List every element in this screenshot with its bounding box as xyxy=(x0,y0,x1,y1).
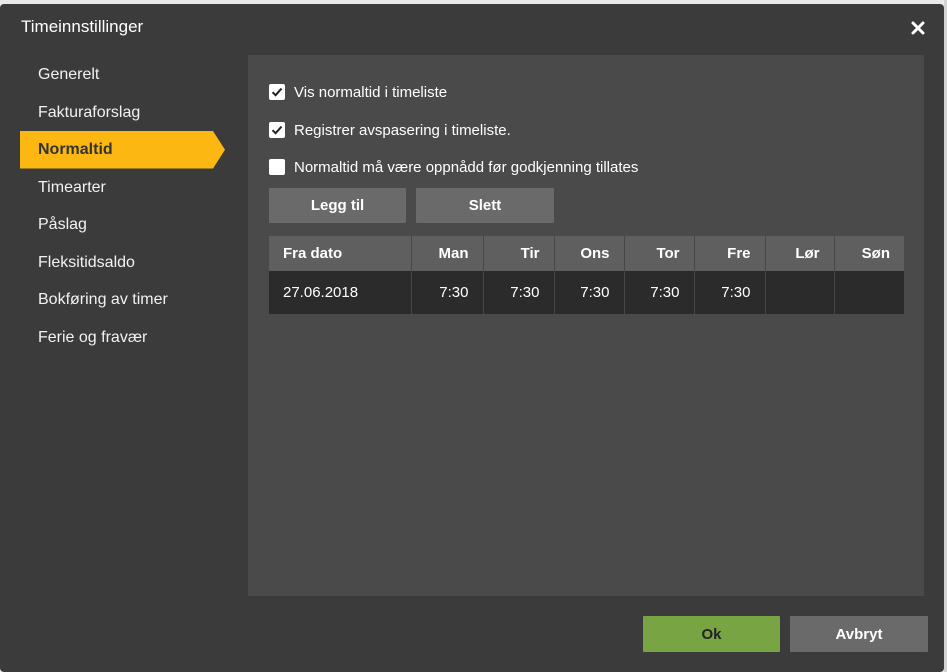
checkmark-icon xyxy=(271,125,283,135)
nav-item-label: Timearter xyxy=(38,178,106,196)
table-cell xyxy=(834,271,904,314)
table-cell xyxy=(765,271,835,314)
table-cell: 7:30 xyxy=(624,271,695,314)
require-normaltid-checkbox[interactable] xyxy=(269,159,285,175)
close-button[interactable] xyxy=(906,16,930,40)
table-row[interactable]: 27.06.2018 7:30 7:30 7:30 7:30 7:30 xyxy=(269,271,904,314)
close-icon xyxy=(911,21,925,35)
nav-item-label: Fleksitidsaldo xyxy=(38,253,135,271)
checkmark-icon xyxy=(271,87,283,97)
register-avspasering-option: Registrer avspasering i timeliste. xyxy=(269,120,511,140)
dialog-titlebar: Timeinnstillinger xyxy=(0,4,944,50)
table-cell: 7:30 xyxy=(411,271,484,314)
nav-item-label: Fakturaforslag xyxy=(38,103,141,121)
table-cell: 7:30 xyxy=(694,271,766,314)
nav-item-normaltid[interactable]: Normaltid xyxy=(20,131,230,169)
nav-item-fakturaforslag[interactable]: Fakturaforslag xyxy=(20,94,230,132)
column-header-ons[interactable]: Ons xyxy=(554,236,625,271)
column-header-fre[interactable]: Fre xyxy=(694,236,766,271)
table-cell: 7:30 xyxy=(483,271,555,314)
cancel-button[interactable]: Avbryt xyxy=(790,616,928,652)
nav-item-label: Normaltid xyxy=(38,141,113,158)
settings-nav: Generelt Fakturaforslag Normaltid Timear… xyxy=(20,56,230,356)
add-button[interactable]: Legg til xyxy=(269,188,406,223)
register-avspasering-label: Registrer avspasering i timeliste. xyxy=(294,121,511,139)
column-header-lor[interactable]: Lør xyxy=(765,236,835,271)
column-header-tor[interactable]: Tor xyxy=(624,236,695,271)
settings-dialog: Timeinnstillinger Generelt Fakturaforsla… xyxy=(0,4,944,672)
nav-item-generelt[interactable]: Generelt xyxy=(20,56,230,94)
delete-button[interactable]: Slett xyxy=(416,188,554,223)
nav-item-label: Bokføring av timer xyxy=(38,291,168,308)
nav-item-timearter[interactable]: Timearter xyxy=(20,169,230,207)
nav-item-label: Generelt xyxy=(38,66,100,83)
ok-button[interactable]: Ok xyxy=(643,616,780,652)
column-header-man[interactable]: Man xyxy=(411,236,484,271)
show-normaltid-option: Vis normaltid i timeliste xyxy=(269,82,447,102)
nav-item-ferie-og-fravaer[interactable]: Ferie og fravær xyxy=(20,319,230,357)
require-normaltid-option: Normaltid må være oppnådd før godkjennin… xyxy=(269,157,638,177)
nav-item-fleksitidsaldo[interactable]: Fleksitidsaldo xyxy=(20,244,230,282)
nav-item-paslag[interactable]: Påslag xyxy=(20,206,230,244)
normaltid-panel: Vis normaltid i timeliste Registrer avsp… xyxy=(248,55,924,596)
show-normaltid-checkbox[interactable] xyxy=(269,84,285,100)
table-cell: 7:30 xyxy=(554,271,625,314)
column-header-tir[interactable]: Tir xyxy=(483,236,555,271)
dialog-title: Timeinnstillinger xyxy=(21,17,144,36)
require-normaltid-label: Normaltid må være oppnådd før godkjennin… xyxy=(294,158,639,176)
register-avspasering-checkbox[interactable] xyxy=(269,122,285,138)
nav-item-bokforing-av-timer[interactable]: Bokføring av timer xyxy=(20,281,230,319)
table-header-row: Fra dato Man Tir Ons Tor Fre Lør Søn xyxy=(269,236,904,271)
normaltid-table: Fra dato Man Tir Ons Tor Fre Lør Søn 27.… xyxy=(269,236,904,314)
show-normaltid-label: Vis normaltid i timeliste xyxy=(294,83,448,101)
nav-item-label: Påslag xyxy=(38,216,87,233)
column-header-son[interactable]: Søn xyxy=(834,236,904,271)
table-cell: 27.06.2018 xyxy=(269,271,412,314)
column-header-fra-dato[interactable]: Fra dato xyxy=(269,236,412,271)
nav-item-label: Ferie og fravær xyxy=(38,328,148,346)
